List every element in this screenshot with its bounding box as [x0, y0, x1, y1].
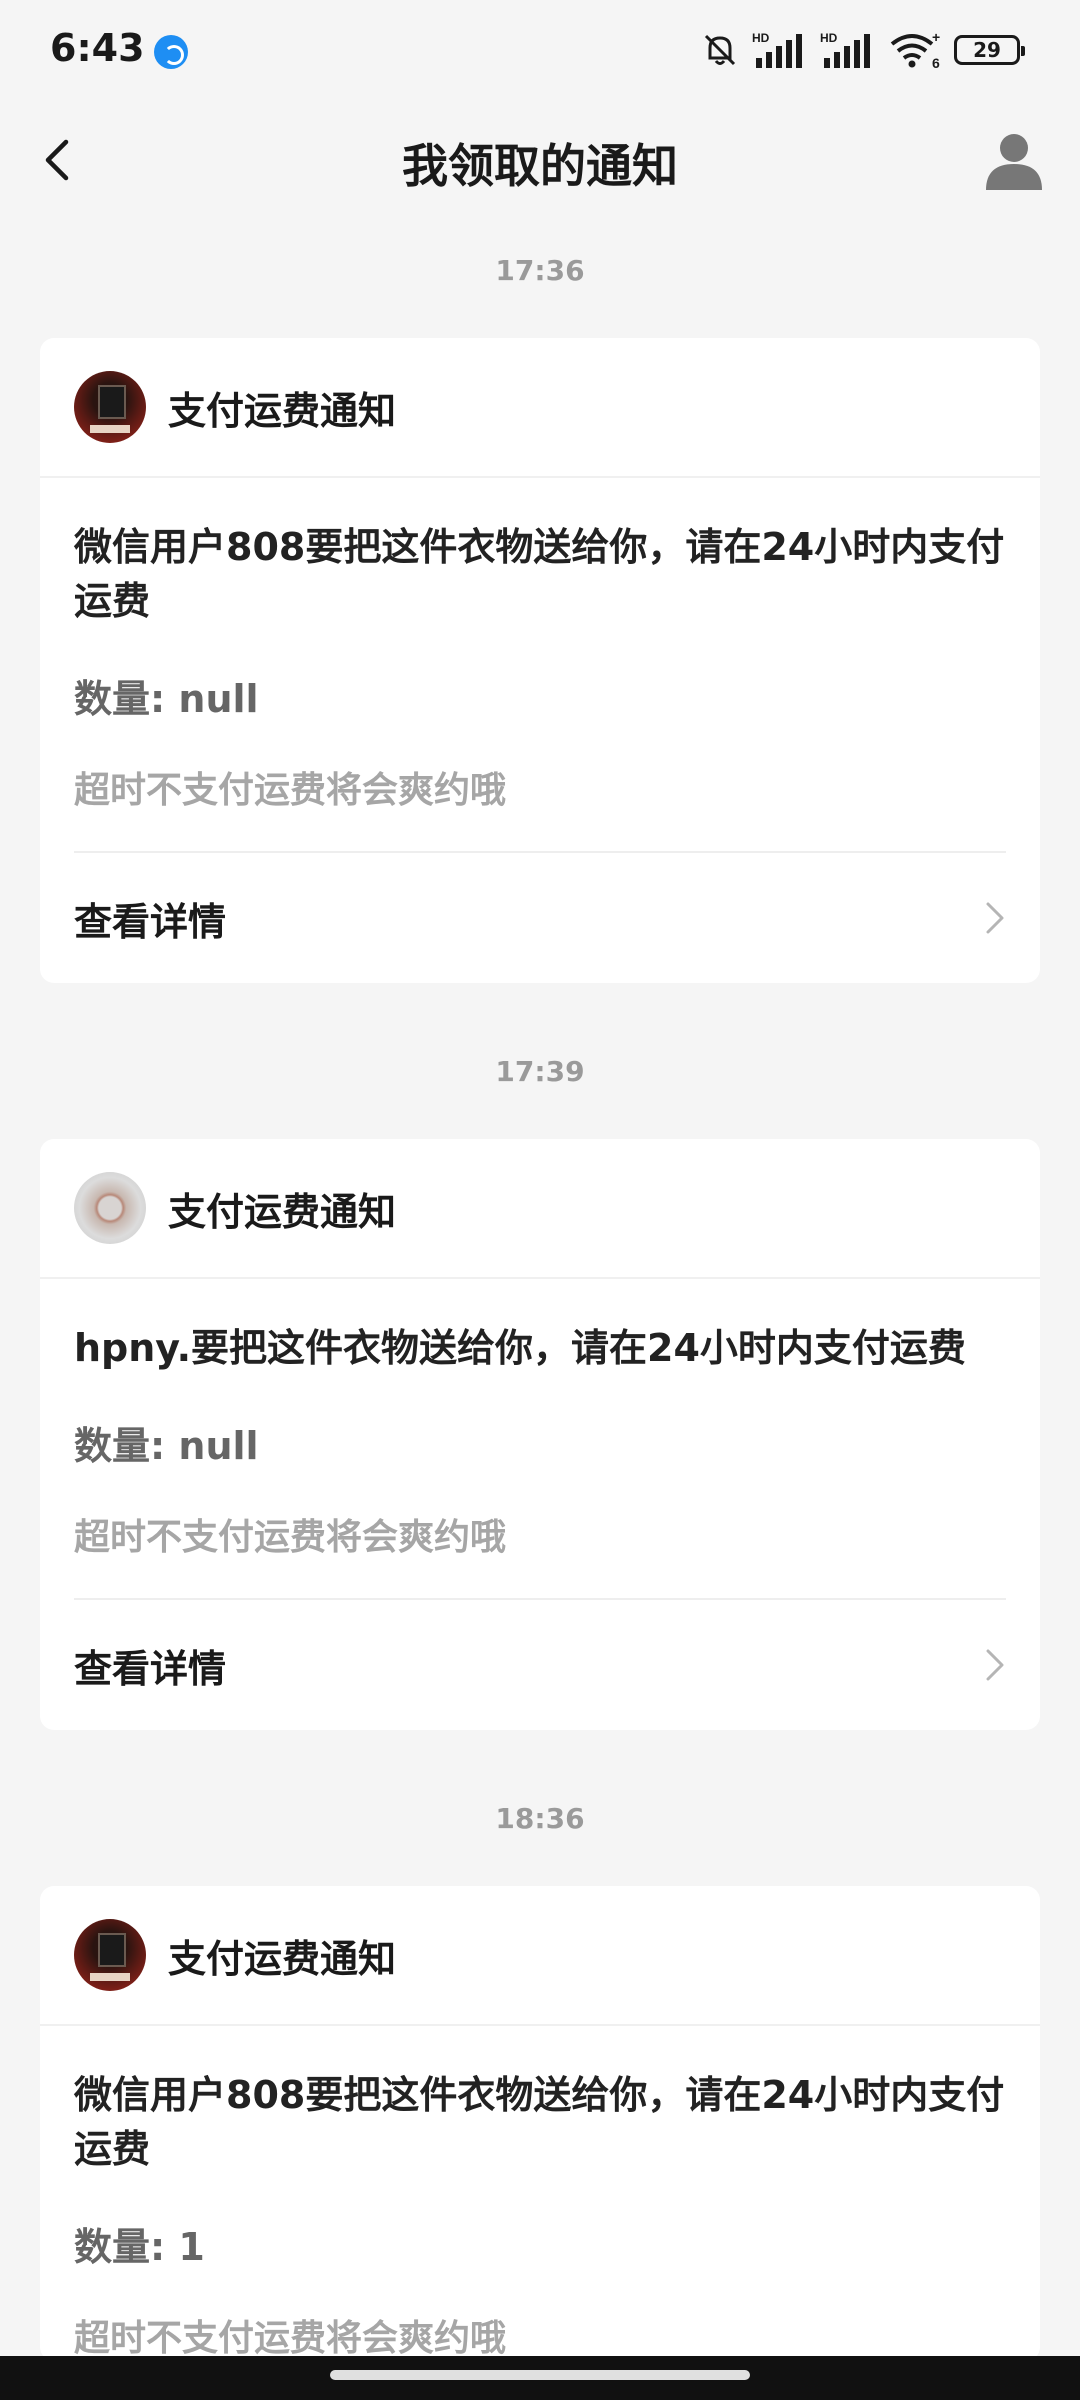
svg-text:+: +	[932, 30, 940, 45]
quantity-text: 数量: null	[74, 677, 259, 721]
notification-list: 17:36 支付运费通知 微信用户808要把这件衣物送给你，请在24小时内支付运…	[0, 220, 1080, 2361]
timeout-hint: 超时不支付运费将会爽约哦	[74, 770, 507, 811]
svg-text:HD: HD	[820, 31, 838, 45]
mute-bell-icon	[700, 30, 740, 70]
notification-time: 17:39	[495, 1055, 585, 1088]
notification-time: 18:36	[495, 1802, 585, 1835]
timeout-hint: 超时不支付运费将会爽约哦	[74, 2318, 507, 2359]
signal-1-icon: HD	[752, 30, 808, 70]
card-title: 支付运费通知	[168, 1936, 397, 1981]
svg-text:HD: HD	[752, 31, 770, 45]
view-details-button[interactable]: 查看详情	[74, 1600, 1006, 1730]
card-header: 支付运费通知	[40, 338, 1040, 478]
user-icon	[986, 134, 1042, 190]
status-icons: HD HD 6 + 29	[700, 28, 1025, 72]
card-title: 支付运费通知	[168, 1189, 397, 1234]
app-notification-icon	[154, 35, 188, 69]
view-details-label: 查看详情	[74, 899, 227, 944]
svg-text:6: 6	[932, 55, 940, 70]
notification-message: 微信用户808要把这件衣物送给你，请在24小时内支付运费	[74, 525, 1005, 623]
quantity-text: 数量: null	[74, 1424, 259, 1468]
card-body: hpny.要把这件衣物送给你，请在24小时内支付运费 数量: null 超时不支…	[40, 1279, 1040, 1730]
card-header: 支付运费通知	[40, 1886, 1040, 2026]
avatar	[74, 371, 146, 443]
notification-message: hpny.要把这件衣物送给你，请在24小时内支付运费	[74, 1326, 966, 1370]
battery-icon: 29	[954, 35, 1025, 65]
view-details-label: 查看详情	[74, 1646, 227, 1691]
notification-time: 17:36	[495, 254, 585, 287]
card-title: 支付运费通知	[168, 388, 397, 433]
card-body: 微信用户808要把这件衣物送给你，请在24小时内支付运费 数量: 1 超时不支付…	[40, 2026, 1040, 2361]
avatar	[74, 1919, 146, 1991]
notification-card: 支付运费通知 微信用户808要把这件衣物送给你，请在24小时内支付运费 数量: …	[40, 1886, 1040, 2361]
wifi-icon: 6 +	[888, 30, 942, 70]
notification-card: 支付运费通知 hpny.要把这件衣物送给你，请在24小时内支付运费 数量: nu…	[40, 1139, 1040, 1730]
gesture-bar	[0, 2356, 1080, 2400]
page-title: 我领取的通知	[402, 139, 678, 193]
quantity-text: 数量: 1	[74, 2225, 205, 2269]
signal-2-icon: HD	[820, 30, 876, 70]
home-indicator[interactable]	[330, 2370, 750, 2380]
notification-card: 支付运费通知 微信用户808要把这件衣物送给你，请在24小时内支付运费 数量: …	[40, 338, 1040, 983]
nav-bar: 我领取的通知	[0, 100, 1080, 220]
status-bar: 6:43 HD HD 6 + 29	[0, 0, 1080, 100]
chevron-right-icon	[986, 902, 1004, 934]
view-details-button[interactable]: 查看详情	[74, 853, 1006, 983]
status-time: 6:43	[50, 26, 145, 70]
card-header: 支付运费通知	[40, 1139, 1040, 1279]
user-button[interactable]	[982, 128, 1046, 192]
notification-message: 微信用户808要把这件衣物送给你，请在24小时内支付运费	[74, 2073, 1005, 2171]
chevron-right-icon	[986, 1649, 1004, 1681]
avatar	[74, 1172, 146, 1244]
card-body: 微信用户808要把这件衣物送给你，请在24小时内支付运费 数量: null 超时…	[40, 478, 1040, 983]
timeout-hint: 超时不支付运费将会爽约哦	[74, 1517, 507, 1558]
